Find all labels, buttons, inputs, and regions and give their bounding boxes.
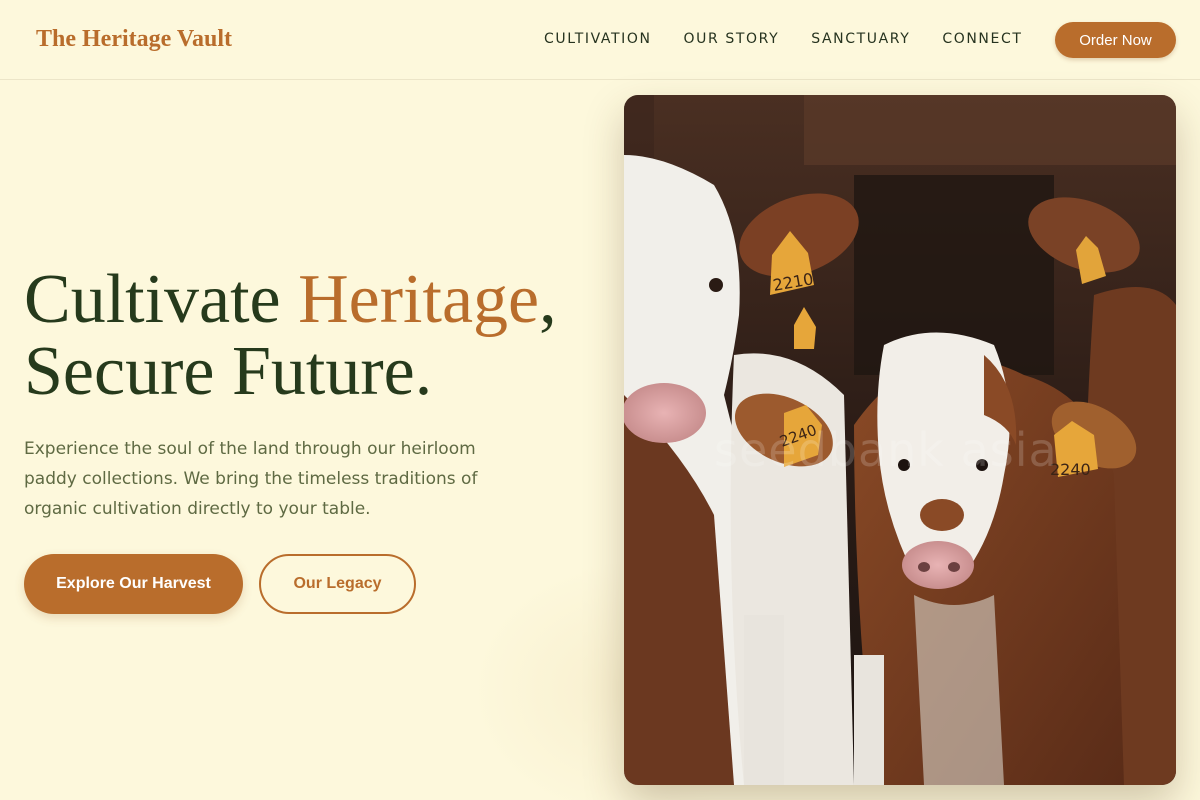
image-watermark: seedbank asia [714,423,1058,477]
nav-item-cultivation[interactable]: CULTIVATION [544,31,652,47]
site-header: The Heritage Vault CULTIVATION OUR STORY… [0,0,1200,80]
hero-title: Cultivate Heritage, Secure Future. [24,264,557,408]
hero-title-accent: Heritage [298,261,540,338]
nav-item-connect[interactable]: CONNECT [942,31,1022,47]
main-nav: CULTIVATION OUR STORY SANCTUARY CONNECT [544,31,1022,47]
brand-logo[interactable]: The Heritage Vault [36,26,232,53]
hero-title-part1: Cultivate [24,261,299,338]
nav-item-our-story[interactable]: OUR STORY [684,31,780,47]
explore-harvest-button[interactable]: Explore Our Harvest [24,554,243,614]
hero-image: 2210 2240 2240 seedbank asia [624,95,1176,785]
hero-title-line2: Secure Future. [24,333,433,410]
order-now-button[interactable]: Order Now [1055,22,1176,58]
hero-description: Experience the soul of the land through … [24,439,478,519]
hero-title-part2: , [539,261,557,338]
nav-item-sanctuary[interactable]: SANCTUARY [811,31,910,47]
our-legacy-button[interactable]: Our Legacy [259,554,416,614]
